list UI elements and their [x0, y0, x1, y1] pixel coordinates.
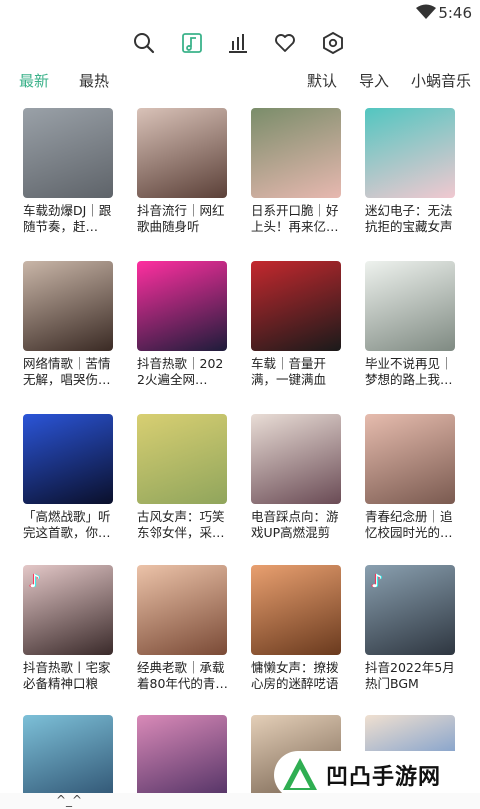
watermark-logo-icon: [283, 758, 317, 790]
playlist-cover-image[interactable]: ♪: [23, 565, 113, 655]
playlist-cover-image[interactable]: ♪: [365, 565, 455, 655]
tab-hottest[interactable]: 最热: [79, 70, 109, 91]
search-icon[interactable]: [131, 30, 157, 56]
bottom-bar: ^_^: [0, 793, 480, 809]
playlist-card[interactable]: 青春纪念册｜追忆校园时光的…: [365, 414, 457, 541]
wifi-icon: [416, 4, 436, 19]
playlist-cover-image[interactable]: [23, 715, 113, 805]
playlist-card[interactable]: 经典老歌｜承载着80年代的青…: [137, 565, 229, 692]
playlist-title: 抖音2022年5月热门BGM: [365, 660, 455, 691]
playlist-cover-image[interactable]: [251, 108, 341, 198]
playlist-cover-image[interactable]: [137, 414, 227, 504]
playlist-card[interactable]: 日系开口脆｜好上头！再来亿…: [251, 108, 343, 235]
playlist-cover-image[interactable]: [251, 565, 341, 655]
playlist-title: 车载劲爆DJ｜跟随节奏，赶…: [23, 203, 112, 234]
playlist-card[interactable]: 古风女声：巧笑东邻女伴，采…: [137, 414, 229, 541]
playlist-card[interactable]: 网络情歌｜苦情无解，唱哭伤…: [23, 261, 115, 388]
music-note-icon[interactable]: [179, 30, 205, 56]
bottom-handle-text: ^_^: [56, 793, 83, 807]
playlist-cover-image[interactable]: [251, 414, 341, 504]
playlist-title: 经典老歌｜承载着80年代的青…: [137, 660, 228, 691]
playlist-card[interactable]: ♪ 抖音2022年5月热门BGM: [365, 565, 457, 692]
playlist-card[interactable]: 毕业不说再见｜梦想的路上我…: [365, 261, 457, 388]
playlist-title: 抖音流行｜网红歌曲随身听: [137, 203, 225, 234]
heart-icon[interactable]: [272, 30, 298, 56]
playlist-cover-image[interactable]: [23, 414, 113, 504]
status-bar: 5:46: [0, 0, 480, 26]
playlist-card[interactable]: 「高燃战歌」听完这首歌，你…: [23, 414, 115, 541]
tab-latest[interactable]: 最新: [19, 70, 49, 91]
playlist-card[interactable]: 迷幻电子：无法抗拒的宝藏女声: [365, 108, 457, 235]
playlist-title: 电音踩点向：游戏UP高燃混剪: [251, 509, 339, 540]
playlist-title: 「高燃战歌」听完这首歌，你…: [23, 509, 111, 540]
playlist-cover-image[interactable]: [137, 715, 227, 805]
playlist-card[interactable]: 抖音流行｜网红歌曲随身听: [137, 108, 229, 235]
tab-default-sort[interactable]: 默认: [307, 70, 337, 91]
playlist-cover-image[interactable]: [137, 261, 227, 351]
playlist-title: 慵懒女声：撩拨心房的迷醉呓语: [251, 660, 339, 691]
playlist-title: 车载｜音量开满，一键满血: [251, 356, 327, 387]
top-toolbar: [0, 30, 480, 58]
playlist-title: 古风女声：巧笑东邻女伴，采…: [137, 509, 225, 540]
playlist-cover-image[interactable]: [23, 108, 113, 198]
playlist-card[interactable]: 电音踩点向：游戏UP高燃混剪: [251, 414, 343, 541]
playlist-title: 日系开口脆｜好上头！再来亿…: [251, 203, 339, 234]
playlist-cover-image[interactable]: [365, 108, 455, 198]
tiktok-logo-icon: ♪: [371, 571, 383, 592]
hexagon-icon[interactable]: [320, 30, 346, 56]
playlist-card[interactable]: 抖音热歌｜2022火遍全网…: [137, 261, 229, 388]
status-time: 5:46: [438, 4, 472, 22]
playlist-cover-image[interactable]: [251, 261, 341, 351]
playlist-title: 网络情歌｜苦情无解，唱哭伤…: [23, 356, 111, 387]
playlist-cover-image[interactable]: [137, 108, 227, 198]
playlist-title: 抖音热歌｜2022火遍全网…: [137, 356, 224, 387]
brand-label: 小蜗音乐: [411, 72, 472, 90]
tiktok-logo-icon: ♪: [29, 571, 41, 592]
playlist-cover-image[interactable]: [365, 414, 455, 504]
playlist-title: 毕业不说再见｜梦想的路上我…: [365, 356, 453, 387]
playlist-title: 青春纪念册｜追忆校园时光的…: [365, 509, 453, 540]
tab-import[interactable]: 导入: [359, 70, 389, 91]
chart-icon[interactable]: [225, 30, 251, 56]
playlist-card[interactable]: 车载｜音量开满，一键满血: [251, 261, 343, 388]
playlist-card[interactable]: 车载劲爆DJ｜跟随节奏，赶…: [23, 108, 115, 235]
playlist-cover-image[interactable]: [23, 261, 113, 351]
playlist-card[interactable]: ♪ 抖音热歌丨宅家必备精神口粮: [23, 565, 115, 692]
watermark-text: 凹凸手游网: [326, 764, 442, 789]
playlist-title: 迷幻电子：无法抗拒的宝藏女声: [365, 203, 453, 234]
playlist-card[interactable]: 慵懒女声：撩拨心房的迷醉呓语: [251, 565, 343, 692]
playlist-cover-image[interactable]: [365, 261, 455, 351]
watermark: 凹凸手游网: [274, 751, 464, 799]
tabs-row: 最新 最热 默认 导入 小蜗音乐: [0, 70, 480, 92]
playlist-cover-image[interactable]: [137, 565, 227, 655]
playlist-title: 抖音热歌丨宅家必备精神口粮: [23, 660, 111, 691]
